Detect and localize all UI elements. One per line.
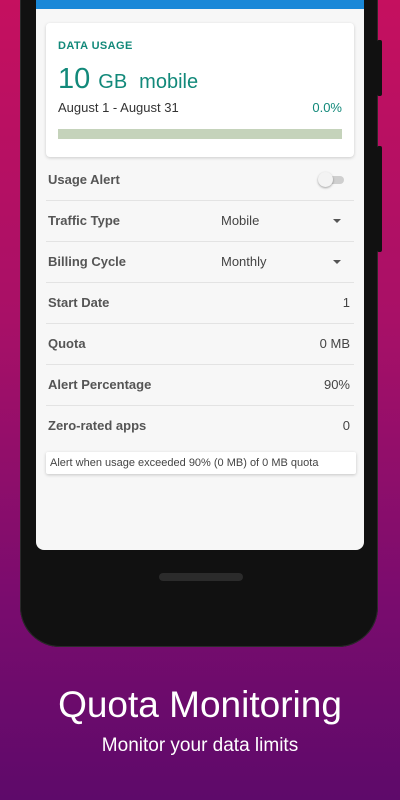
data-usage-card[interactable]: DATA USAGE 10 GB mobile August 1 - August … xyxy=(46,23,354,157)
traffic-type-label: Traffic Type xyxy=(48,213,121,228)
billing-period: August 1 - August 31 xyxy=(58,100,179,115)
alert-percentage-row[interactable]: Alert Percentage 90% xyxy=(46,365,354,406)
billing-cycle-dropdown[interactable]: Monthly xyxy=(221,242,345,282)
caption-headline: Quota Monitoring xyxy=(58,684,342,725)
billing-cycle-label: Billing Cycle xyxy=(48,254,127,269)
usage-alert-label: Usage Alert xyxy=(48,172,120,187)
app-screen: DATA USAGE 10 GB mobile August 1 - August … xyxy=(36,0,364,550)
traffic-type-value: Mobile xyxy=(221,213,260,228)
usage-progress-bar xyxy=(58,129,342,139)
usage-alert-toggle[interactable] xyxy=(318,172,344,187)
quota-row[interactable]: Quota 0 MB xyxy=(46,324,354,365)
phone-frame: DATA USAGE 10 GB mobile August 1 - August … xyxy=(20,0,382,647)
zero-rated-apps-value: 0 xyxy=(342,418,350,433)
settings-list: Usage Alert Traffic Type Mobile Billing … xyxy=(46,160,354,446)
usage-amount-unit: GB xyxy=(98,71,128,93)
start-date-label: Start Date xyxy=(48,295,110,310)
app-bar xyxy=(36,0,364,9)
traffic-type-dropdown[interactable]: Mobile xyxy=(221,201,345,241)
start-date-row[interactable]: Start Date 1 xyxy=(46,283,354,324)
usage-amount: 10 GB mobile xyxy=(58,63,198,96)
caret-down-icon xyxy=(333,260,341,264)
traffic-type-row[interactable]: Traffic Type Mobile xyxy=(46,201,354,242)
quota-label: Quota xyxy=(48,336,86,351)
usage-alert-row[interactable]: Usage Alert xyxy=(46,160,354,201)
alert-summary-note: Alert when usage exceeded 90% (0 MB) of … xyxy=(46,452,356,474)
toggle-thumb xyxy=(318,172,333,187)
quota-value: 0 MB xyxy=(319,336,350,351)
billing-cycle-value: Monthly xyxy=(221,254,267,269)
usage-network-kind: mobile xyxy=(139,71,199,93)
phone-speaker xyxy=(159,573,243,581)
zero-rated-apps-row[interactable]: Zero-rated apps 0 xyxy=(46,406,354,446)
usage-percent: 0.0% xyxy=(312,100,342,115)
billing-cycle-row[interactable]: Billing Cycle Monthly xyxy=(46,242,354,283)
caption-subline: Monitor your data limits xyxy=(101,735,299,756)
caret-down-icon xyxy=(333,219,341,223)
power-button xyxy=(377,146,382,252)
volume-button xyxy=(377,40,382,96)
usage-card-title: DATA USAGE xyxy=(58,40,133,52)
alert-percentage-value: 90% xyxy=(323,377,350,392)
zero-rated-apps-label: Zero-rated apps xyxy=(48,418,147,433)
alert-percentage-label: Alert Percentage xyxy=(48,377,152,392)
start-date-value: 1 xyxy=(342,295,350,310)
usage-amount-number: 10 xyxy=(58,63,91,95)
